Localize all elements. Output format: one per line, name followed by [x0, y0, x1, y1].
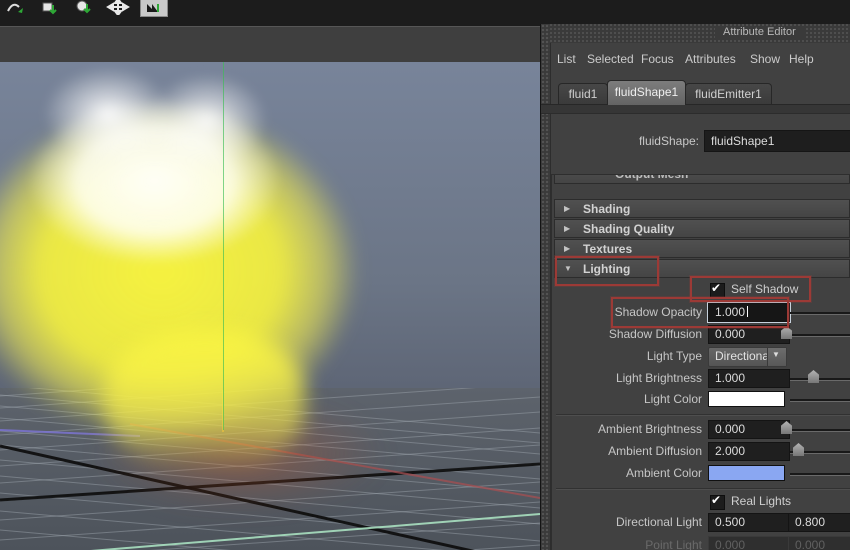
- shadow-diffusion-field[interactable]: 0.000: [708, 325, 790, 344]
- self-shadow-checkbox[interactable]: ✔: [710, 281, 725, 298]
- tab-fluidemitter1[interactable]: fluidEmitter1: [685, 83, 772, 105]
- attribute-editor-title: Attribute Editor: [715, 26, 804, 38]
- ambient-diffusion-field[interactable]: 2.000: [708, 442, 790, 461]
- ambient-diffusion-label: Ambient Diffusion: [608, 444, 702, 458]
- chevron-down-icon: ▼: [772, 350, 780, 359]
- directional-light-label: Directional Light: [615, 515, 702, 529]
- menu-attributes[interactable]: Attributes: [685, 52, 736, 66]
- ground-grid: [0, 388, 540, 550]
- check-icon: ✔: [711, 493, 722, 507]
- light-brightness-field[interactable]: 1.000: [708, 369, 790, 388]
- light-type-label: Light Type: [646, 349, 702, 363]
- real-lights-checkbox[interactable]: ✔: [710, 493, 725, 510]
- ambient-color-slider[interactable]: [790, 473, 850, 475]
- shadow-opacity-slider[interactable]: [790, 312, 850, 314]
- chevron-right-icon: ▶: [564, 204, 571, 213]
- point-light-field-1: 0.000: [708, 536, 790, 550]
- menu-list[interactable]: List: [557, 52, 576, 66]
- light-brightness-label: Light Brightness: [615, 371, 702, 385]
- menu-show[interactable]: Show: [750, 52, 780, 66]
- slider-handle[interactable]: [793, 443, 804, 456]
- perspective-viewport[interactable]: [0, 62, 540, 550]
- shadow-opacity-row: Shadow Opacity 1.000: [552, 303, 850, 323]
- text-cursor: [747, 306, 749, 317]
- menu-selected[interactable]: Selected: [587, 52, 634, 66]
- ambient-brightness-slider[interactable]: [790, 429, 850, 431]
- ambient-brightness-field[interactable]: 0.000: [708, 420, 790, 439]
- y-axis-line: [223, 62, 224, 430]
- shadow-diffusion-row: Shadow Diffusion 0.000: [552, 325, 850, 345]
- chevron-right-icon: ▶: [564, 224, 571, 233]
- directional-light-field-2[interactable]: 0.800: [788, 513, 850, 532]
- ambient-color-row: Ambient Color: [552, 464, 850, 484]
- attribute-editor-panel: Attribute Editor List Selected Focus Att…: [540, 24, 850, 550]
- self-shadow-row: ✔ Self Shadow: [552, 281, 850, 302]
- tab-fluidshape1[interactable]: fluidShape1: [607, 80, 686, 105]
- shadow-opacity-field[interactable]: 1.000: [708, 303, 790, 322]
- section-output-mesh-clipped[interactable]: Output Mesh: [554, 175, 850, 185]
- ambient-diffusion-row: Ambient Diffusion 2.000: [552, 442, 850, 462]
- fluid-explosion-top: [15, 64, 325, 289]
- ambient-color-swatch[interactable]: [708, 465, 785, 481]
- maya-window: { "toolbar": { "icon_names": ["fluid-too…: [0, 0, 850, 550]
- attributes-scroll-area: Output Mesh ▶ Shading ▶ Shading Quality …: [551, 174, 850, 550]
- section-lighting[interactable]: ▼ Lighting: [554, 259, 850, 278]
- light-brightness-slider[interactable]: [790, 378, 850, 380]
- top-shelf-toolbar: [0, 0, 850, 27]
- self-shadow-label: Self Shadow: [731, 282, 799, 296]
- shadow-diffusion-slider[interactable]: [790, 334, 850, 336]
- ambient-brightness-label: Ambient Brightness: [597, 422, 702, 436]
- node-name-field[interactable]: fluidShape1: [704, 130, 850, 152]
- section-shading-quality[interactable]: ▶ Shading Quality: [554, 219, 850, 238]
- light-brightness-row: Light Brightness 1.000: [552, 369, 850, 389]
- tab-baseline: [541, 104, 850, 114]
- active-tool-icon[interactable]: [140, 0, 168, 17]
- light-color-slider[interactable]: [790, 399, 850, 401]
- group-divider: [556, 488, 850, 490]
- node-type-label: fluidShape:: [638, 134, 699, 148]
- check-icon: ✔: [711, 281, 722, 295]
- move-manipulator-icon[interactable]: [105, 0, 131, 17]
- dropdown-arrow-button[interactable]: ▼: [767, 348, 786, 366]
- light-color-row: Light Color: [552, 390, 850, 410]
- tab-fluid1[interactable]: fluid1: [558, 83, 608, 105]
- attribute-editor-titlebar[interactable]: Attribute Editor: [550, 24, 850, 43]
- menu-focus[interactable]: Focus: [641, 52, 674, 66]
- ambient-color-label: Ambient Color: [625, 466, 702, 480]
- point-light-row: Point Light 0.000 0.000: [552, 536, 850, 550]
- directional-light-row: Directional Light 0.500 0.800: [552, 513, 850, 533]
- light-type-row: Light Type Directional ▼: [552, 347, 850, 367]
- section-shading[interactable]: ▶ Shading: [554, 199, 850, 218]
- ambient-brightness-row: Ambient Brightness 0.000: [552, 420, 850, 440]
- shadow-opacity-label: Shadow Opacity: [614, 305, 702, 319]
- point-light-label: Point Light: [645, 538, 702, 550]
- chevron-down-icon: ▼: [564, 264, 572, 273]
- fluid-tool-icon-2[interactable]: [37, 0, 63, 17]
- point-light-field-2: 0.000: [788, 536, 850, 550]
- slider-handle[interactable]: [808, 370, 819, 383]
- light-color-label: Light Color: [643, 392, 702, 406]
- menu-help[interactable]: Help: [789, 52, 814, 66]
- real-lights-label: Real Lights: [731, 494, 792, 508]
- shadow-diffusion-label: Shadow Diffusion: [608, 327, 702, 341]
- viewport-top-gutter: [0, 26, 540, 63]
- panel-drag-handle[interactable]: [541, 24, 551, 550]
- chevron-right-icon: ▶: [564, 244, 571, 253]
- real-lights-row: ✔ Real Lights: [552, 493, 850, 514]
- group-divider: [556, 414, 850, 416]
- section-textures[interactable]: ▶ Textures: [554, 239, 850, 258]
- fluid-emitter-icon[interactable]: [71, 0, 97, 17]
- light-type-dropdown[interactable]: Directional ▼: [708, 347, 787, 367]
- light-color-swatch[interactable]: [708, 391, 785, 407]
- directional-light-field-1[interactable]: 0.500: [708, 513, 790, 532]
- fluid-tool-icon-1[interactable]: [3, 0, 29, 17]
